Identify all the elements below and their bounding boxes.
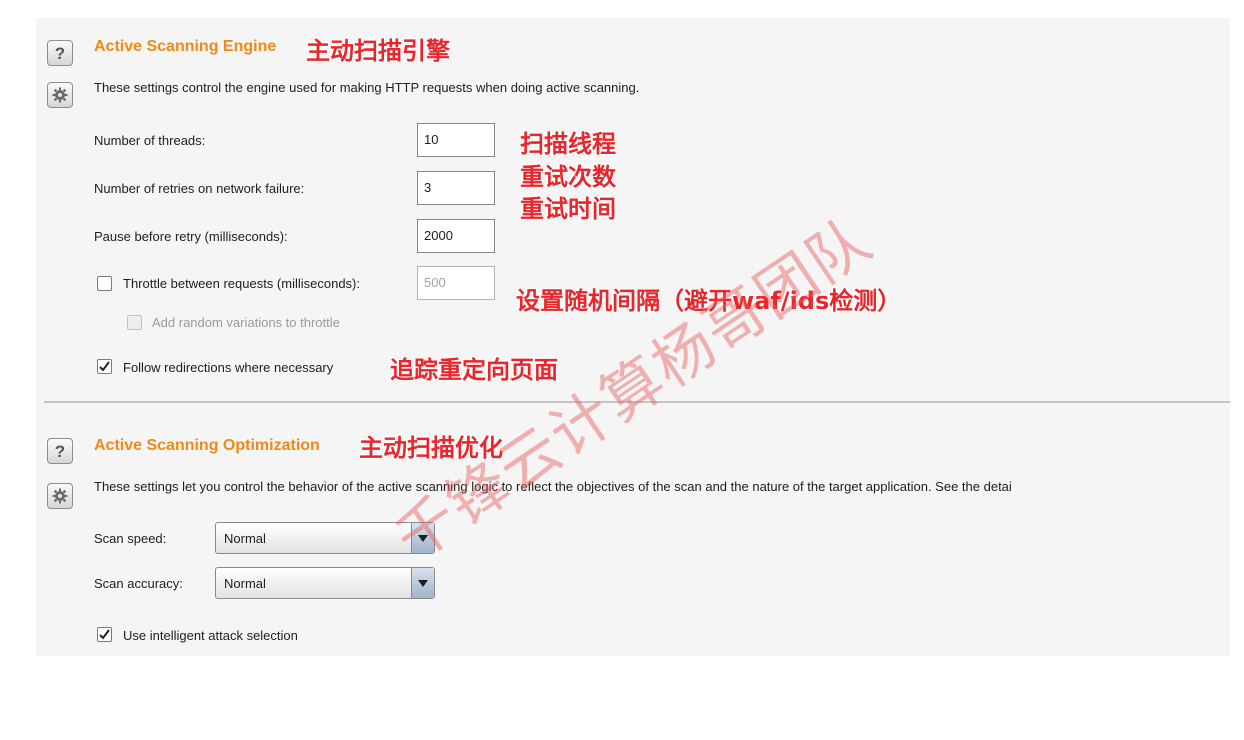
threads-label: Number of threads: [94,133,206,148]
retries-label: Number of retries on network failure: [94,181,305,196]
engine-settings-button[interactable] [47,82,73,108]
section-divider [44,401,1230,403]
threads-input[interactable]: 10 [417,123,495,157]
scan-accuracy-value: Normal [224,576,266,591]
scan-speed-value: Normal [224,531,266,546]
optimization-description: These settings let you control the behav… [94,479,1012,494]
chevron-down-icon [411,523,434,553]
engine-description: These settings control the engine used f… [94,80,640,95]
intelligent-attack-checkbox[interactable] [97,627,112,642]
optimization-help-button[interactable]: ? [47,438,73,464]
gear-icon [52,87,68,103]
random-variation-label: Add random variations to throttle [152,315,340,330]
help-icon: ? [54,441,66,461]
gear-icon [52,488,68,504]
throttle-checkbox[interactable] [97,276,112,291]
optimization-section-title: Active Scanning Optimization [94,437,320,454]
threads-annotation: 扫描线程 [520,130,616,158]
engine-section-title: Active Scanning Engine [94,38,277,55]
follow-redirects-annotation: 追踪重定向页面 [390,356,558,384]
throttle-annotation: 设置随机间隔（避开waf/ids检测） [516,287,902,315]
throttle-input[interactable]: 500 [417,266,495,300]
pause-annotation: 重试时间 [520,195,616,223]
retries-annotation: 重试次数 [520,163,616,191]
optimization-settings-button[interactable] [47,483,73,509]
pause-label: Pause before retry (milliseconds): [94,229,288,244]
throttle-label: Throttle between requests (milliseconds)… [123,276,360,291]
follow-redirects-label: Follow redirections where necessary [123,360,334,375]
scan-speed-label: Scan speed: [94,531,167,546]
pause-input[interactable]: 2000 [417,219,495,253]
retries-input[interactable]: 3 [417,171,495,205]
scan-accuracy-select[interactable]: Normal [215,567,435,599]
help-icon: ? [54,43,66,63]
engine-help-button[interactable]: ? [47,40,73,66]
scan-accuracy-label: Scan accuracy: [94,576,183,591]
scan-speed-select[interactable]: Normal [215,522,435,554]
chevron-down-icon [411,568,434,598]
checkmark-icon [99,629,110,640]
options-panel [36,18,1230,656]
optimization-title-annotation: 主动扫描优化 [359,434,503,462]
random-variation-checkbox[interactable] [127,315,142,330]
engine-title-annotation: 主动扫描引擎 [306,37,450,65]
intelligent-attack-label: Use intelligent attack selection [123,628,298,643]
checkmark-icon [99,361,110,372]
follow-redirects-checkbox[interactable] [97,359,112,374]
